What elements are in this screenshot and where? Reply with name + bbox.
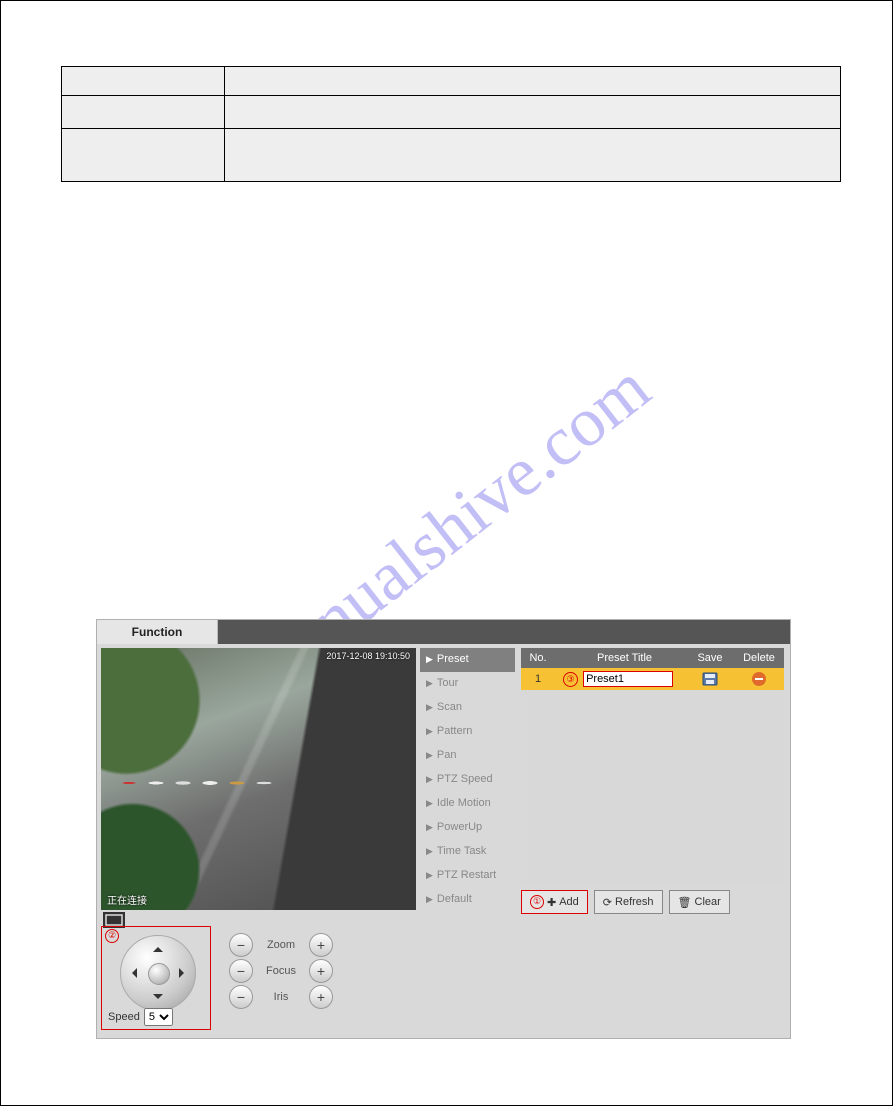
function-menu: ▶Preset ▶Tour ▶Scan ▶Pattern ▶Pan ▶PTZ S… [420, 648, 515, 914]
osd-timestamp: 2017-12-08 19:10:50 [326, 651, 410, 661]
iris-close-button[interactable]: − [229, 985, 253, 1009]
refresh-button[interactable]: ⟳ Refresh [594, 890, 663, 914]
iris-label: Iris [261, 991, 301, 1003]
preset-table-header: No. Preset Title Save Delete [521, 648, 784, 668]
add-button[interactable]: ① ✚ Add [521, 890, 588, 914]
ptz-function-screenshot: Function 2017-12-08 19:10:50 正在连接 ▶Prese… [96, 619, 791, 1039]
menu-item-time-task[interactable]: ▶Time Task [420, 840, 515, 864]
refresh-icon: ⟳ [603, 896, 612, 909]
menu-item-scan[interactable]: ▶Scan [420, 696, 515, 720]
plus-icon: ✚ [547, 896, 556, 909]
menu-item-default[interactable]: ▶Default [420, 888, 515, 912]
ptz-direction-pad-group: ② Speed 5 [101, 926, 211, 1030]
ptz-center-button[interactable] [148, 963, 170, 985]
menu-item-ptz-restart[interactable]: ▶PTZ Restart [420, 864, 515, 888]
tab-bar: Function [97, 620, 790, 644]
focus-far-button[interactable]: + [309, 959, 333, 983]
ptz-right-button[interactable] [179, 968, 189, 978]
focus-label: Focus [261, 965, 301, 977]
menu-item-pattern[interactable]: ▶Pattern [420, 720, 515, 744]
menu-item-ptz-speed[interactable]: ▶PTZ Speed [420, 768, 515, 792]
speed-label: Speed [108, 1011, 140, 1023]
iris-open-button[interactable]: + [309, 985, 333, 1009]
osd-status: 正在连接 [107, 892, 147, 907]
save-preset-button[interactable] [686, 672, 734, 686]
menu-item-tour[interactable]: ▶Tour [420, 672, 515, 696]
ptz-down-button[interactable] [153, 994, 163, 1004]
preset-title-input[interactable] [583, 671, 673, 687]
minus-icon [752, 672, 766, 686]
zoom-in-button[interactable]: + [309, 933, 333, 957]
ptz-left-button[interactable] [127, 968, 137, 978]
clear-button[interactable]: 🗑 Clear [669, 890, 730, 914]
ptz-direction-pad[interactable] [120, 935, 196, 1011]
zoom-out-button[interactable]: − [229, 933, 253, 957]
delete-preset-button[interactable] [734, 672, 784, 686]
trash-icon: 🗑 [678, 896, 692, 909]
callout-2: ② [105, 929, 119, 943]
speed-select[interactable]: 5 [144, 1008, 173, 1026]
parameter-table-placeholder [61, 66, 841, 182]
menu-item-preset[interactable]: ▶Preset [420, 648, 515, 672]
callout-1: ① [530, 895, 544, 909]
menu-item-powerup[interactable]: ▶PowerUp [420, 816, 515, 840]
preset-table-body: 1 ③ [521, 668, 784, 884]
zoom-label: Zoom [261, 939, 301, 951]
preset-row[interactable]: 1 ③ [521, 668, 784, 690]
menu-item-idle-motion[interactable]: ▶Idle Motion [420, 792, 515, 816]
focus-near-button[interactable]: − [229, 959, 253, 983]
tab-function[interactable]: Function [97, 620, 218, 644]
menu-item-pan[interactable]: ▶Pan [420, 744, 515, 768]
callout-3: ③ [563, 672, 578, 687]
live-video-preview: 2017-12-08 19:10:50 正在连接 [101, 648, 416, 910]
ptz-up-button[interactable] [153, 942, 163, 952]
